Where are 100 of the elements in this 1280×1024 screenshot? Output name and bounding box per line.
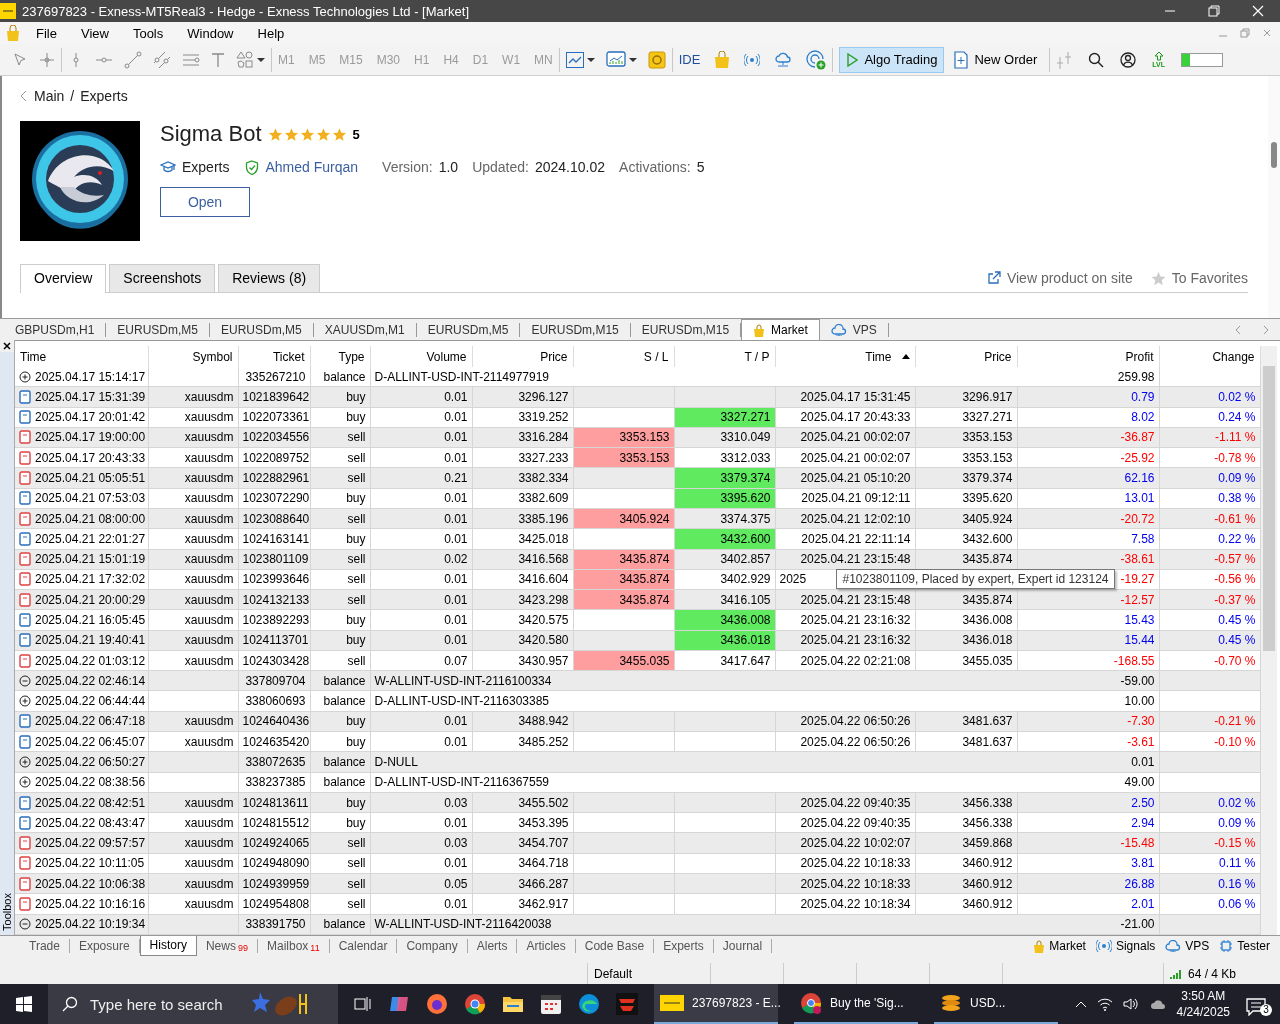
chart-tab[interactable]: GBPUSDm,H1 — [4, 322, 107, 337]
windows-start-icon[interactable] — [16, 996, 32, 1012]
open-button[interactable]: Open — [160, 187, 250, 217]
chart-tab[interactable]: EURUSDm,M5 — [210, 322, 314, 337]
column-header[interactable]: Time — [775, 346, 915, 367]
chart-tab[interactable]: VPS — [819, 322, 889, 337]
panel-tab[interactable]: History — [139, 936, 197, 956]
coin-icon[interactable] — [647, 50, 666, 69]
task-view-icon[interactable] — [354, 996, 372, 1012]
panel-tab[interactable]: Trade — [20, 939, 70, 953]
scroll-right-icon[interactable] — [1262, 324, 1270, 335]
algo-trading-button[interactable]: Algo Trading — [839, 46, 945, 73]
menu-item[interactable]: View — [68, 25, 121, 41]
column-header[interactable]: Type — [310, 346, 370, 367]
column-header[interactable]: Symbol — [148, 346, 238, 367]
chrome-icon[interactable] — [464, 993, 486, 1015]
link[interactable]: To Favorites — [1171, 270, 1248, 286]
chevron-up-icon[interactable] — [1074, 1000, 1087, 1008]
scroll-left-icon[interactable] — [1234, 324, 1242, 335]
taskbar-window[interactable]: USD... — [934, 984, 1058, 1024]
breadcrumb-link[interactable]: Experts — [80, 88, 128, 104]
lines-icon[interactable] — [182, 51, 200, 68]
column-header[interactable]: Volume — [370, 346, 472, 367]
trend-line-icon[interactable] — [124, 50, 142, 69]
wifi-icon[interactable] — [1096, 997, 1113, 1011]
caret-icon[interactable] — [586, 56, 595, 63]
broadcast-icon[interactable] — [1095, 940, 1112, 952]
search-box[interactable]: Type here to search — [48, 984, 338, 1024]
shopping-bag-icon[interactable] — [753, 323, 766, 337]
speaker-icon[interactable] — [1122, 997, 1139, 1011]
chart-tab[interactable]: EURUSDm,M5 — [416, 322, 521, 337]
category-link[interactable]: Experts — [182, 159, 230, 175]
edge-icon[interactable] — [578, 993, 600, 1015]
caret-icon[interactable] — [628, 56, 637, 63]
notification-button[interactable]: 3 — [1246, 992, 1272, 1016]
chart-tab[interactable]: XAUUSDm,M1 — [313, 322, 417, 337]
tab[interactable]: Overview — [20, 264, 107, 293]
close-icon[interactable] — [3, 342, 11, 350]
external-link-icon[interactable] — [986, 271, 1001, 285]
game-icon[interactable] — [616, 993, 638, 1015]
panel-tab[interactable]: Exposure — [69, 939, 140, 953]
panel-link[interactable]: Tester — [1237, 939, 1270, 953]
radar-plus-icon[interactable] — [806, 49, 827, 70]
caret-icon[interactable] — [257, 56, 265, 63]
column-header[interactable]: Time — [15, 346, 148, 367]
panel-tab[interactable]: Calendar — [329, 939, 398, 953]
panel-tab[interactable]: Articles — [517, 939, 576, 953]
menu-item[interactable]: Tools — [120, 25, 176, 41]
menu-item[interactable]: Window — [175, 25, 246, 41]
line-chart-icon[interactable] — [565, 51, 584, 68]
author-link[interactable]: Ahmed Furqan — [265, 159, 359, 175]
taskbar-window[interactable]: 237697823 - E... — [654, 984, 778, 1024]
crosshair-icon[interactable] — [39, 51, 55, 68]
panel-tab[interactable]: Alerts — [467, 939, 518, 953]
shopping-bag-icon[interactable] — [714, 50, 731, 69]
panel-link[interactable]: Market — [1049, 939, 1086, 953]
shopping-bag-icon[interactable] — [6, 25, 20, 41]
toolbox-label[interactable]: Toolbox — [1, 893, 13, 931]
panel-tab[interactable]: Code Base — [575, 939, 655, 953]
menu-item[interactable]: File — [24, 25, 69, 41]
clock[interactable]: 3:50 AM 4/24/2025 — [1176, 988, 1230, 1020]
chart-tab[interactable]: EURUSDm,M15 — [520, 322, 631, 337]
restore-icon[interactable] — [1208, 5, 1220, 17]
column-header[interactable]: Profit — [1017, 346, 1159, 367]
back-chevron-icon[interactable] — [20, 90, 28, 102]
panel-link[interactable]: VPS — [1185, 939, 1210, 953]
menu-item[interactable]: Help — [245, 25, 297, 41]
folder-icon[interactable] — [502, 994, 524, 1014]
panel-tab[interactable]: News 99 — [196, 939, 258, 953]
fox-browser-icon[interactable] — [426, 993, 448, 1015]
search-field[interactable]: Type here to search — [88, 994, 242, 1014]
chip-icon[interactable] — [1219, 939, 1234, 953]
shopping-bag-icon[interactable] — [1033, 939, 1046, 953]
channel-icon[interactable] — [153, 50, 171, 69]
tab[interactable]: Reviews (8) — [218, 264, 321, 292]
breadcrumb-link[interactable]: Main — [34, 88, 65, 104]
column-header[interactable]: T / P — [674, 346, 775, 367]
column-header[interactable]: Price — [915, 346, 1017, 367]
panel-link[interactable]: Signals — [1115, 939, 1156, 953]
text-tool-icon[interactable] — [211, 51, 225, 68]
panel-tab[interactable]: Mailbox 11 — [258, 939, 330, 953]
new-order-button[interactable]: New Order — [948, 47, 1044, 72]
link[interactable]: View product on site — [1006, 270, 1133, 286]
chart-tab[interactable]: Market — [741, 319, 820, 340]
cloud-icon[interactable] — [774, 51, 793, 68]
chart-window-icon[interactable] — [605, 50, 626, 69]
column-header[interactable]: S / L — [573, 346, 674, 367]
cloud-icon[interactable] — [1165, 940, 1182, 952]
column-header[interactable]: Change — [1159, 346, 1260, 367]
chart-tab[interactable]: EURUSDm,M5 — [106, 322, 211, 337]
taskbar-window[interactable]: Buy the 'Sig... — [794, 984, 918, 1024]
cloud-icon[interactable] — [830, 323, 847, 336]
column-header[interactable]: Ticket — [238, 346, 310, 367]
ide-button[interactable]: IDE — [678, 52, 701, 67]
panel-tab[interactable]: Experts — [654, 939, 714, 953]
tab[interactable]: Screenshots — [109, 264, 216, 292]
panel-tab[interactable]: Company — [397, 939, 468, 953]
scrollbar[interactable] — [1268, 76, 1280, 318]
panel-tab[interactable]: Journal — [713, 939, 773, 953]
cursor-icon[interactable] — [12, 51, 28, 68]
